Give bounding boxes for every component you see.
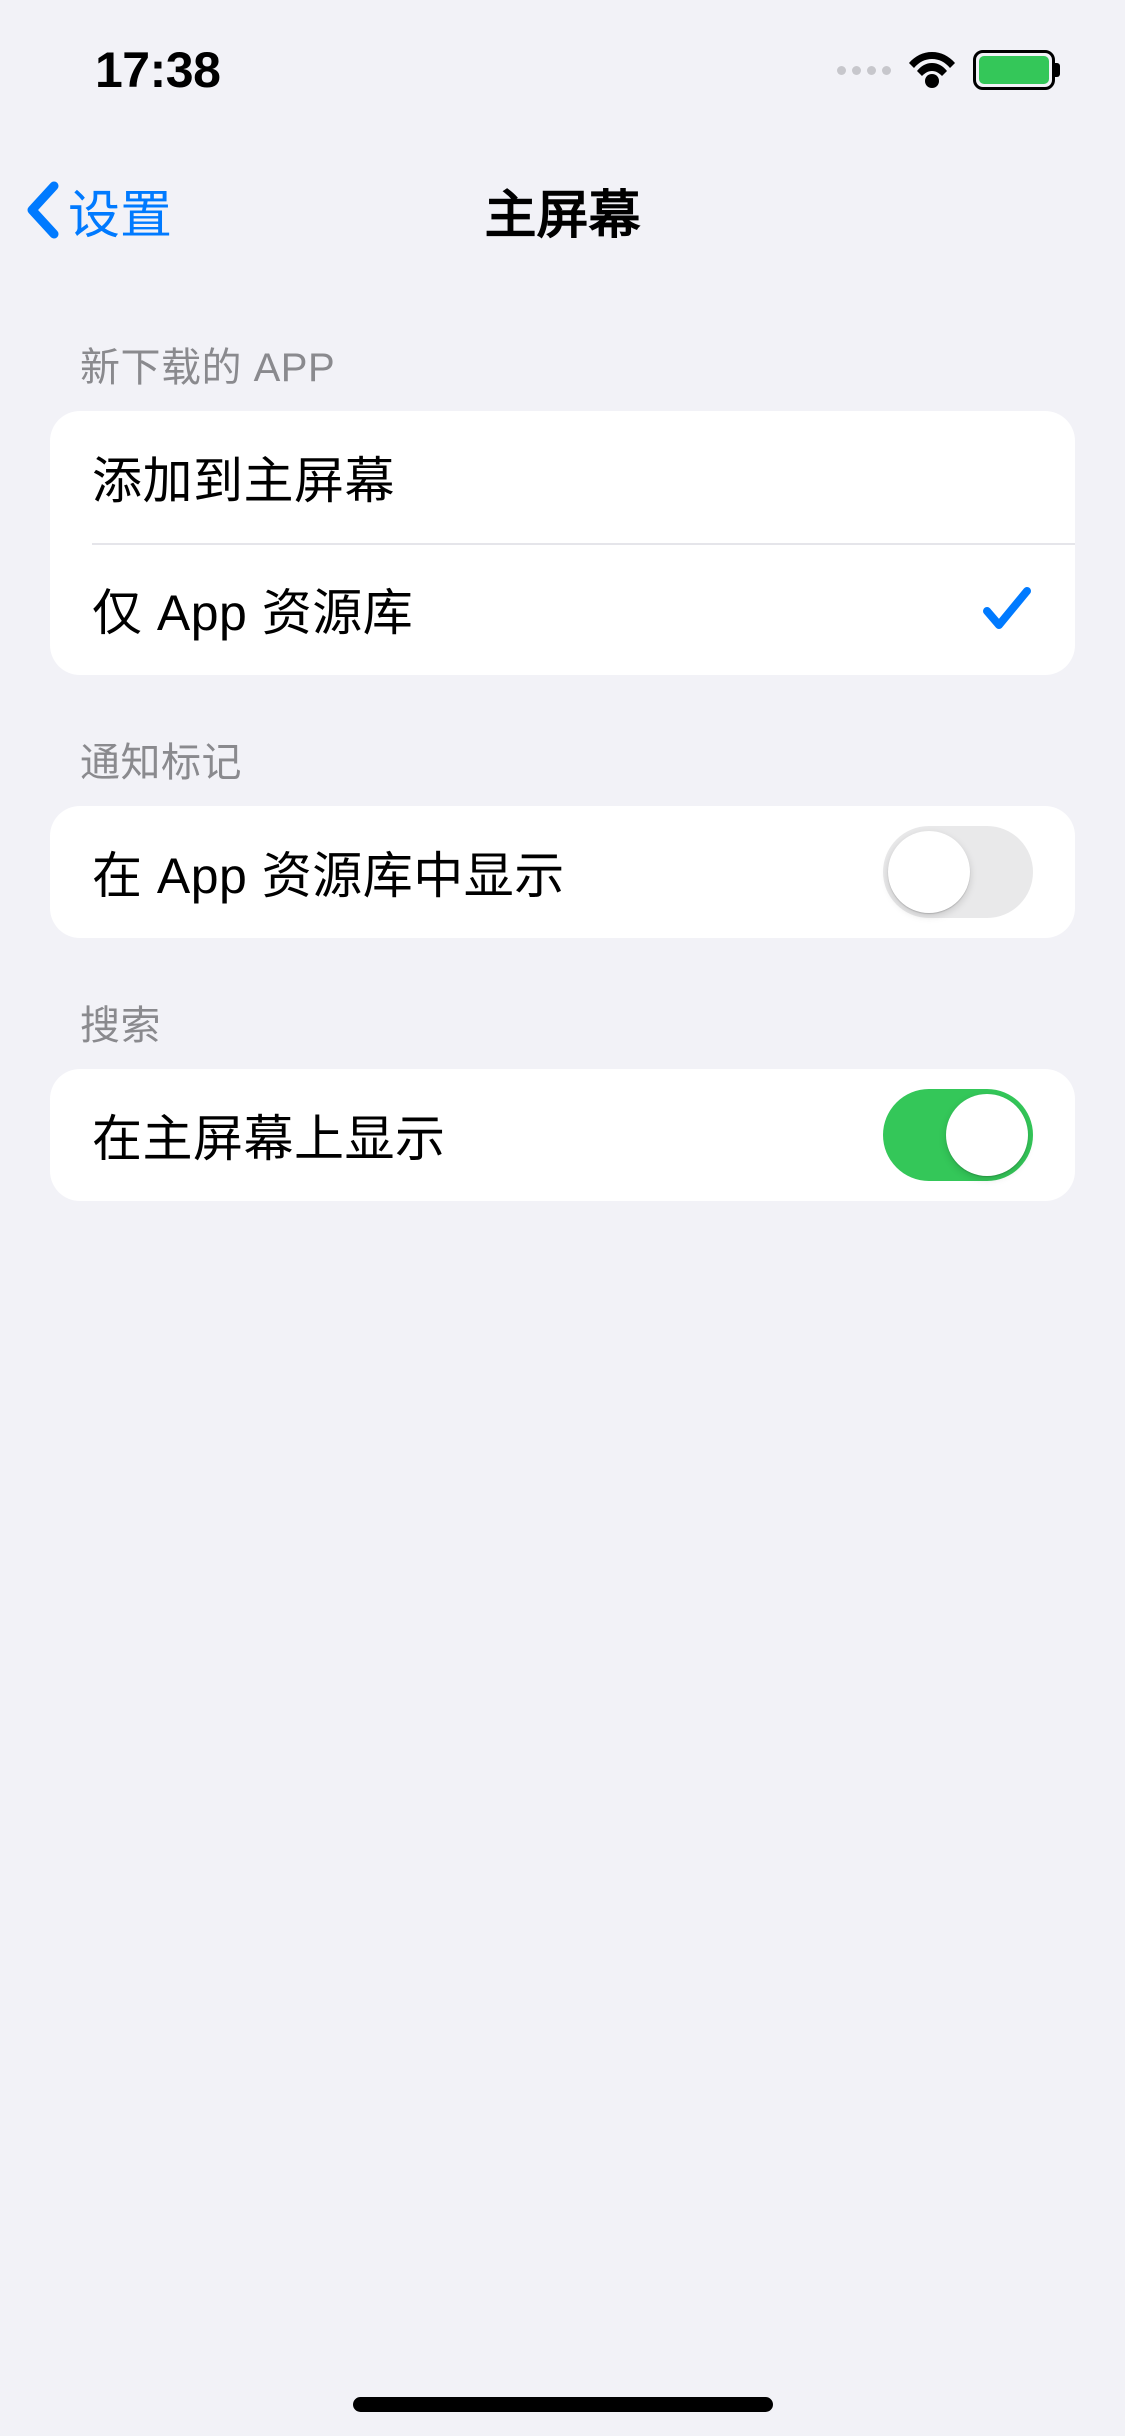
group-badges: 在 App 资源库中显示 [50,806,1075,938]
battery-icon [973,50,1055,90]
row-show-on-home: 在主屏幕上显示 [50,1069,1075,1201]
option-add-to-home[interactable]: 添加到主屏幕 [50,411,1075,543]
toggle-show-on-home[interactable] [883,1089,1033,1181]
content: 新下载的 APP 添加到主屏幕 仅 App 资源库 通知标记 在 App 资源库… [0,280,1125,1201]
toggle-show-in-app-library[interactable] [883,826,1033,918]
status-bar: 17:38 [0,0,1125,140]
section-header-search: 搜索 [50,938,1075,1069]
group-search: 在主屏幕上显示 [50,1069,1075,1201]
home-indicator[interactable] [353,2397,773,2412]
status-time: 17:38 [95,41,220,99]
cellular-signal-icon [837,66,891,75]
section-header-badges: 通知标记 [50,675,1075,806]
row-label: 在 App 资源库中显示 [92,836,565,908]
back-label: 设置 [68,173,172,248]
back-button[interactable]: 设置 [24,173,172,248]
row-label: 在主屏幕上显示 [92,1099,446,1171]
navigation-bar: 设置 主屏幕 [0,140,1125,280]
chevron-left-icon [24,180,60,240]
checkmark-icon [981,585,1033,633]
section-header-new-apps: 新下载的 APP [50,280,1075,411]
page-title: 主屏幕 [484,173,640,248]
wifi-icon [907,52,957,88]
option-label: 添加到主屏幕 [92,441,395,513]
option-label: 仅 App 资源库 [92,573,413,645]
group-new-apps: 添加到主屏幕 仅 App 资源库 [50,411,1075,675]
status-indicators [837,50,1055,90]
row-show-in-app-library: 在 App 资源库中显示 [50,806,1075,938]
option-app-library-only[interactable]: 仅 App 资源库 [50,543,1075,675]
